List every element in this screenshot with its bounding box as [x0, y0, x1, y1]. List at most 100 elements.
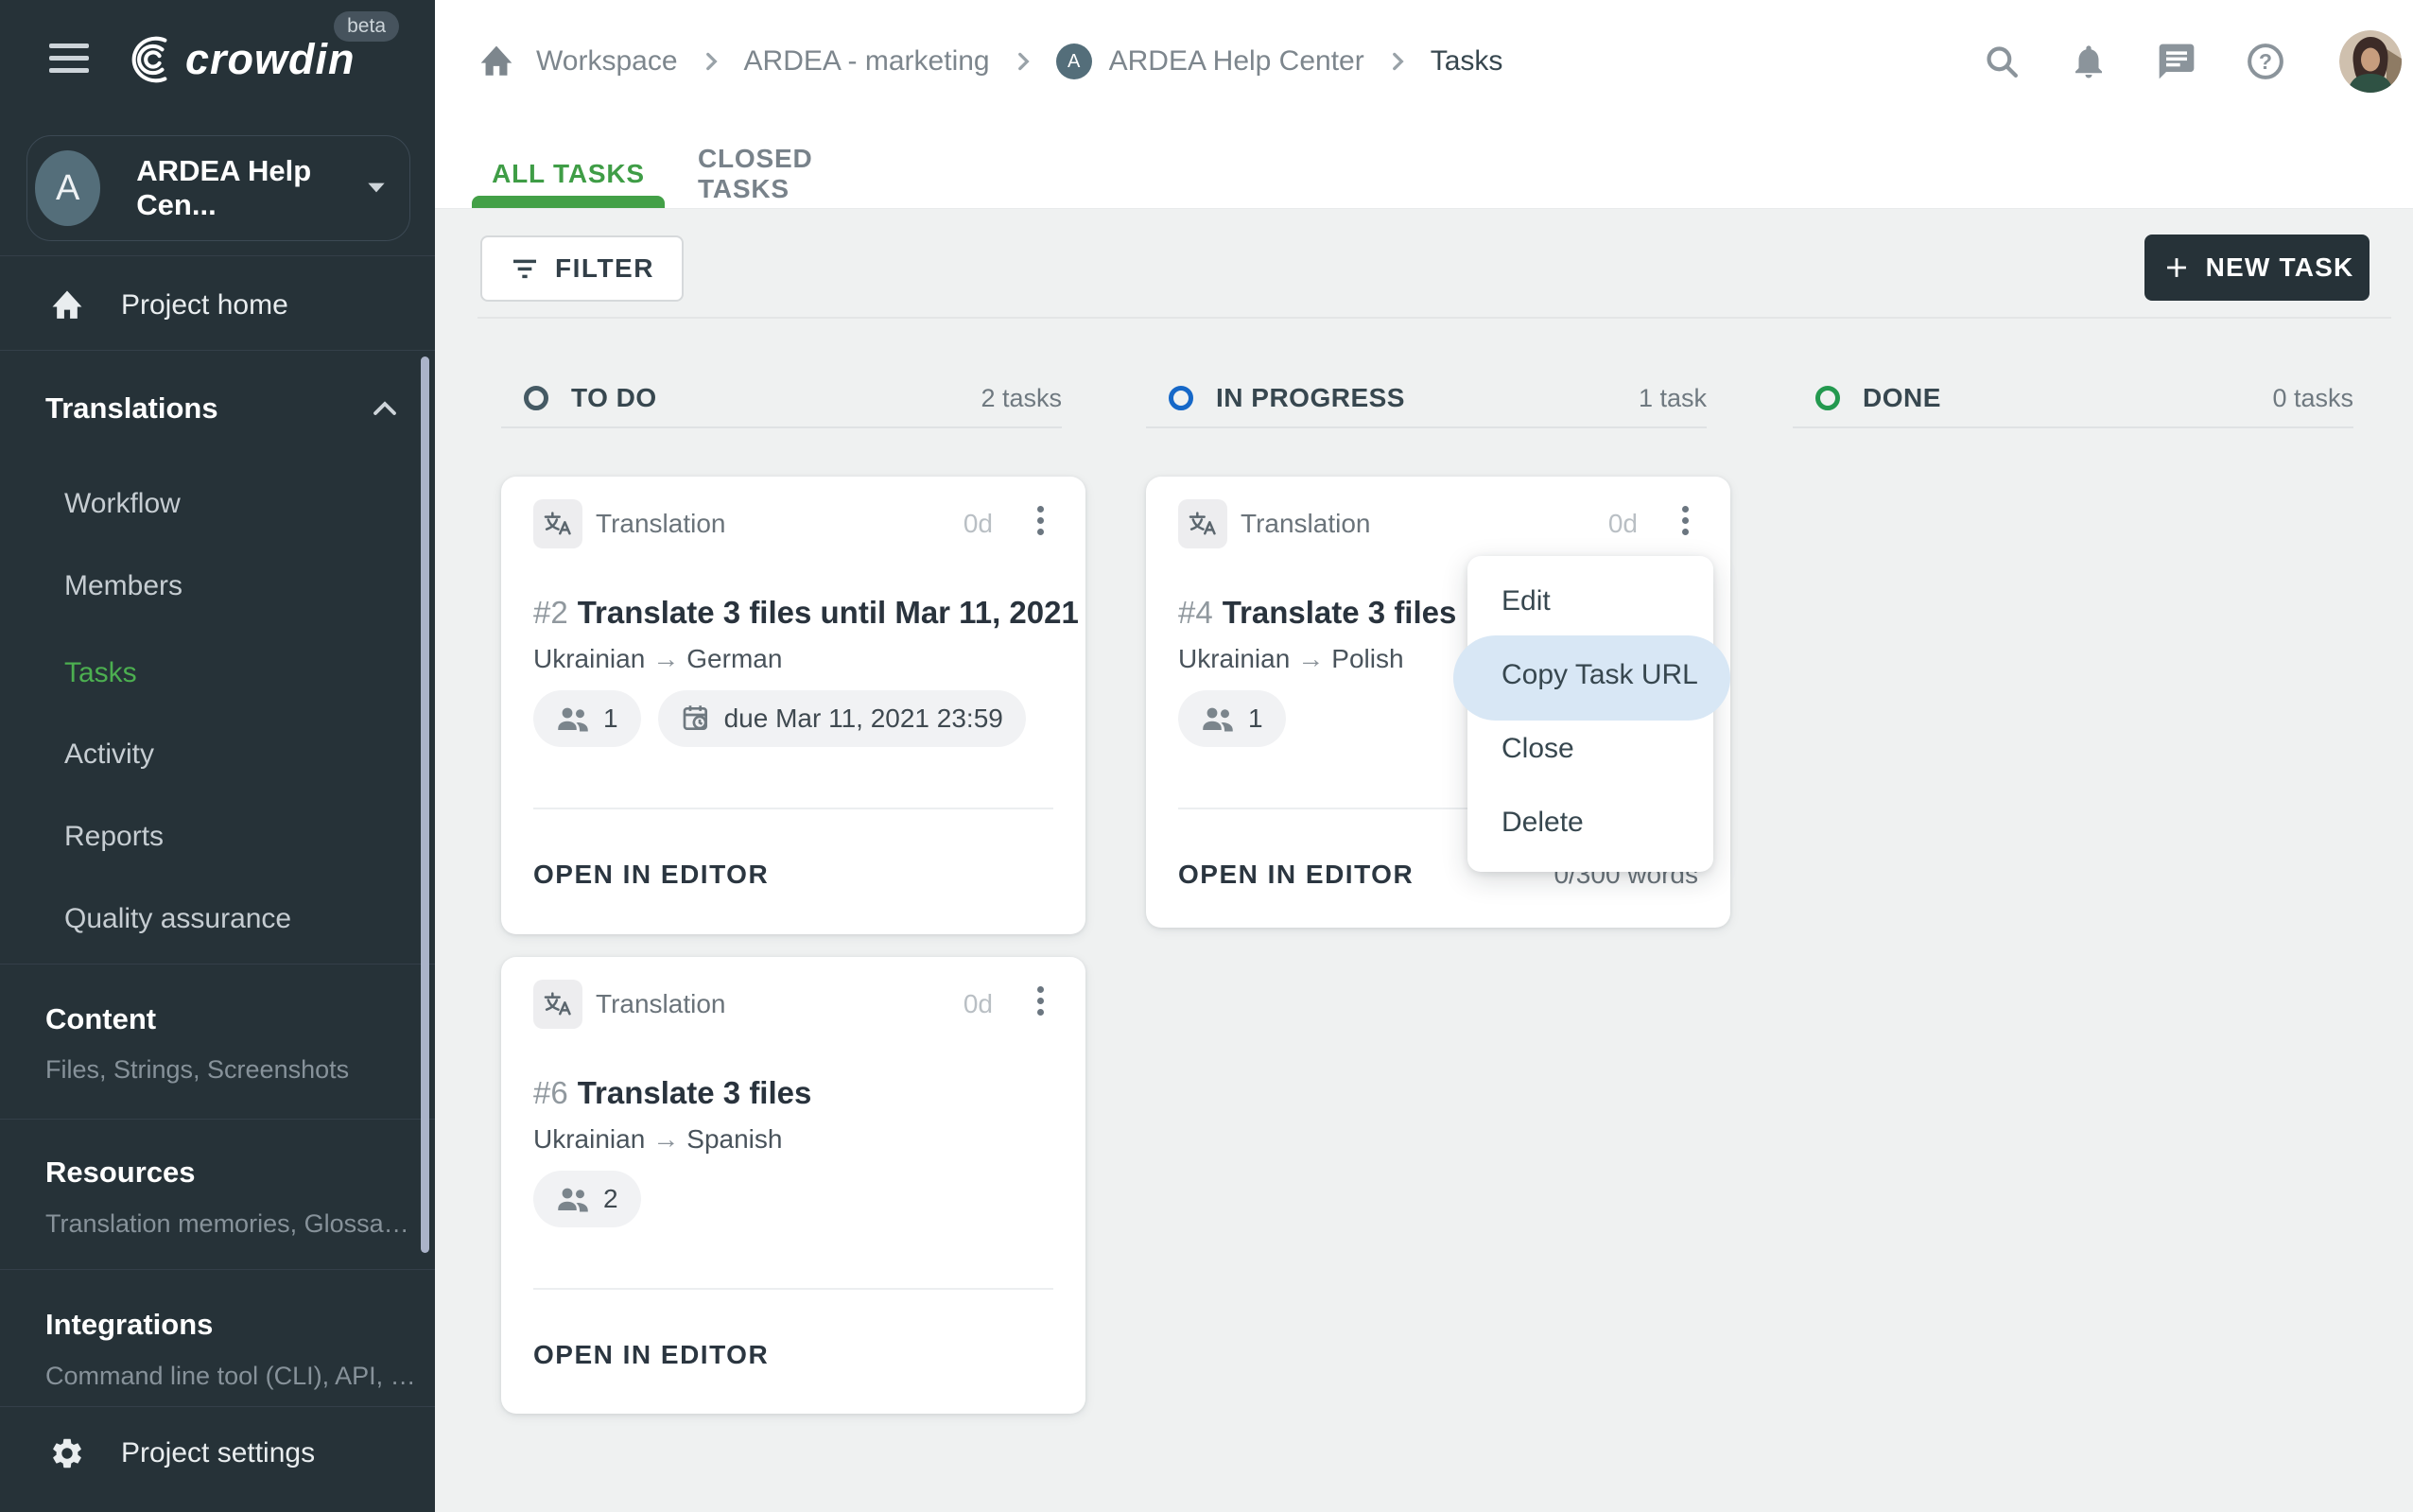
active-tab-underline	[472, 196, 665, 208]
hamburger-menu-icon[interactable]	[49, 43, 89, 73]
task-title-text: Translate 3 files	[1223, 595, 1457, 630]
chevron-up-icon	[371, 399, 399, 418]
chevron-right-icon	[699, 49, 723, 74]
new-task-button[interactable]: NEW TASK	[2144, 235, 2370, 301]
task-title: #6Translate 3 files	[533, 1074, 811, 1112]
sidebar-item-label: Project home	[121, 289, 288, 322]
context-menu: Edit Copy Task URL Close Delete	[1467, 556, 1713, 872]
tab-all-tasks[interactable]: ALL TASKS	[472, 140, 665, 208]
sidebar-section-content-subtitle: Files, Strings, Screenshots	[45, 1050, 349, 1089]
breadcrumb-current-page: Tasks	[1431, 45, 1503, 78]
breadcrumb-workspace[interactable]: Workspace	[536, 45, 678, 78]
help-icon[interactable]: ?	[2245, 41, 2286, 82]
sidebar-item-tasks[interactable]: Tasks	[64, 651, 137, 696]
task-chips: 2	[533, 1171, 641, 1227]
beta-badge: beta	[334, 11, 399, 42]
crowdin-swirl-icon	[117, 33, 176, 86]
task-duration: 0d	[963, 509, 993, 539]
task-chips: 1 due Mar 11, 2021 23:59	[533, 690, 1026, 747]
user-avatar[interactable]	[2339, 30, 2402, 93]
sidebar-scrollbar[interactable]	[421, 356, 429, 1253]
assignees-chip: 2	[533, 1171, 641, 1227]
breadcrumb-org[interactable]: ARDEA - marketing	[744, 45, 990, 78]
people-icon	[556, 705, 590, 732]
section-label: Content	[45, 1002, 156, 1036]
crowdin-logo[interactable]: crowdin	[117, 32, 356, 87]
tasks-board: FILTER NEW TASK TO DO 2 tasks IN PROGRES…	[435, 209, 2413, 1512]
open-in-editor-button[interactable]: OPEN IN EDITOR	[533, 860, 769, 890]
menu-item-copy-task-url[interactable]: Copy Task URL	[1467, 638, 1713, 712]
logo-text: crowdin	[185, 35, 356, 84]
task-type-label: Translation	[1241, 509, 1370, 539]
translation-icon	[1178, 499, 1227, 548]
assignees-count: 1	[1248, 704, 1263, 734]
sidebar-item-reports[interactable]: Reports	[64, 814, 164, 860]
menu-item-edit[interactable]: Edit	[1467, 565, 1713, 638]
source-language: Ukrainian	[1178, 644, 1290, 673]
open-in-editor-button[interactable]: OPEN IN EDITOR	[533, 1340, 769, 1370]
column-count: 0 tasks	[2272, 384, 2353, 413]
column-header: DONE 0 tasks	[1793, 370, 2353, 428]
kebab-menu-icon[interactable]	[1021, 982, 1059, 1029]
kebab-menu-icon[interactable]	[1021, 501, 1059, 548]
sidebar-section-resources[interactable]: Resources	[45, 1150, 435, 1195]
sidebar-section-translations[interactable]: Translations	[45, 386, 435, 431]
people-icon	[556, 1186, 590, 1212]
task-title: #2Translate 3 files until Mar 11, 2021	[533, 594, 1079, 632]
divider	[0, 350, 435, 351]
assignees-chip: 1	[1178, 690, 1286, 747]
filter-button[interactable]: FILTER	[480, 235, 684, 302]
sidebar-section-integrations-subtitle: Command line tool (CLI), API, …	[45, 1356, 416, 1396]
assignees-chip: 1	[533, 690, 641, 747]
arrow-right-icon: →	[1290, 644, 1331, 673]
sidebar-item-quality-assurance[interactable]: Quality assurance	[64, 896, 291, 942]
target-language: Spanish	[686, 1124, 782, 1154]
task-card-6[interactable]: Translation 0d #6Translate 3 files Ukrai…	[501, 957, 1085, 1414]
sidebar-item-project-home[interactable]: Project home	[0, 283, 435, 328]
task-duration: 0d	[1608, 509, 1638, 539]
source-language: Ukrainian	[533, 644, 645, 673]
breadcrumb-project-label: ARDEA Help Center	[1109, 45, 1364, 78]
sidebar-item-project-settings[interactable]: Project settings	[0, 1431, 435, 1476]
translation-icon	[533, 499, 582, 548]
menu-item-close[interactable]: Close	[1467, 712, 1713, 786]
column-label: TO DO	[571, 383, 657, 413]
section-label: Integrations	[45, 1308, 213, 1342]
notifications-bell-icon[interactable]	[2069, 42, 2109, 81]
task-type-label: Translation	[596, 509, 725, 539]
messages-chat-icon[interactable]	[2156, 41, 2197, 82]
breadcrumb-home-icon[interactable]	[477, 44, 515, 78]
tab-label: ALL TASKS	[492, 159, 645, 189]
sidebar-section-integrations[interactable]: Integrations	[45, 1302, 435, 1347]
arrow-right-icon: →	[645, 644, 686, 673]
plus-icon	[2161, 252, 2193, 284]
topbar-icons: ?	[1982, 28, 2402, 95]
search-icon[interactable]	[1982, 42, 2022, 81]
sidebar-item-activity[interactable]: Activity	[64, 732, 154, 777]
card-footer: OPEN IN EDITOR	[533, 1330, 1053, 1381]
project-selector[interactable]: A ARDEA Help Cen...	[26, 135, 410, 241]
sidebar-item-members[interactable]: Members	[64, 564, 182, 609]
divider	[0, 255, 435, 256]
kebab-menu-icon[interactable]	[1666, 501, 1704, 548]
sidebar-section-resources-subtitle: Translation memories, Glossa…	[45, 1204, 409, 1243]
task-card-2[interactable]: Translation 0d #2Translate 3 files until…	[501, 477, 1085, 934]
column-header: IN PROGRESS 1 task	[1146, 370, 1707, 428]
translation-icon	[533, 980, 582, 1029]
chevron-right-icon	[1385, 49, 1410, 74]
open-in-editor-button[interactable]: OPEN IN EDITOR	[1178, 860, 1414, 890]
project-selector-label: ARDEA Help Cen...	[136, 154, 364, 222]
section-label: Resources	[45, 1156, 196, 1190]
divider	[0, 1269, 435, 1270]
tab-label: CLOSED TASKS	[698, 144, 887, 204]
divider	[477, 317, 2391, 319]
breadcrumb-project[interactable]: A ARDEA Help Center	[1056, 43, 1364, 79]
divider	[533, 1288, 1053, 1290]
calendar-icon	[681, 703, 711, 735]
sidebar-item-workflow[interactable]: Workflow	[64, 481, 181, 527]
menu-item-delete[interactable]: Delete	[1467, 786, 1713, 860]
status-circle-done	[1815, 386, 1840, 410]
tab-closed-tasks[interactable]: CLOSED TASKS	[698, 140, 887, 208]
sidebar-section-content[interactable]: Content	[45, 997, 435, 1042]
column-done: DONE 0 tasks	[1793, 370, 2377, 428]
